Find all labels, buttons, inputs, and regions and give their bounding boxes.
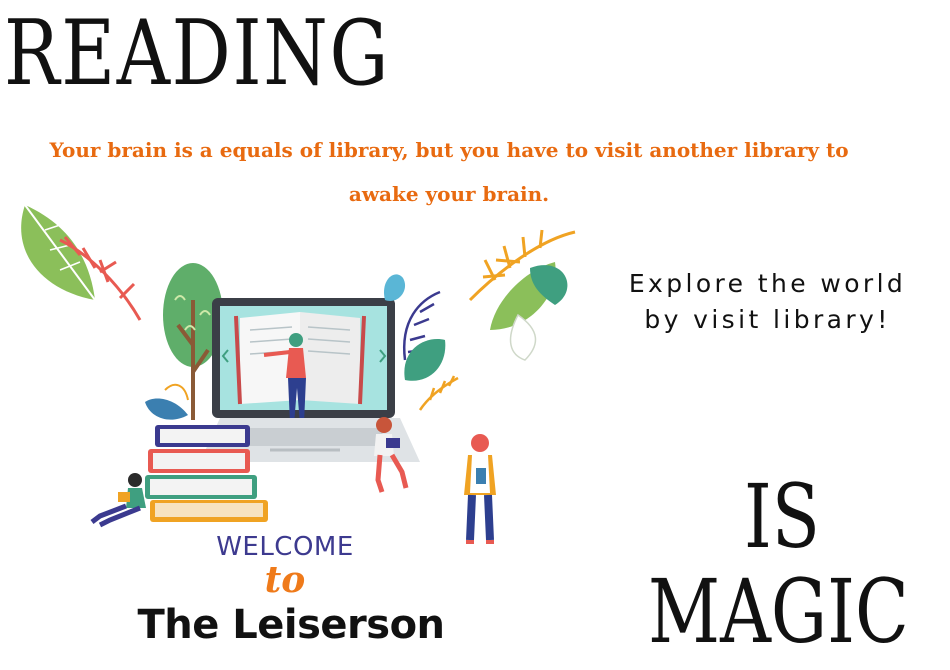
explore-line-2: by visit library! [644, 305, 891, 334]
page-title: READING [4, 1, 391, 106]
explore-caption: Explore the world by visit library! [595, 266, 940, 338]
leaf-decoration-icon [21, 204, 142, 321]
reader-person-icon [90, 473, 146, 528]
reader-person-icon [464, 434, 496, 544]
welcome-text: WELCOME [216, 532, 354, 562]
magic-word: MAGIC [648, 560, 909, 663]
welcome-to-text: to [264, 559, 306, 601]
leaf-decoration-icon [384, 274, 459, 411]
leaf-decoration-icon [145, 383, 189, 420]
leaf-decoration-icon [468, 229, 576, 361]
tagline-quote: Your brain is a equals of library, but y… [49, 138, 849, 206]
book-stack-icon [145, 425, 268, 522]
library-name: The Leiserson [137, 602, 445, 648]
explore-line-1: Explore the world [628, 269, 907, 298]
is-word: IS [744, 465, 821, 568]
